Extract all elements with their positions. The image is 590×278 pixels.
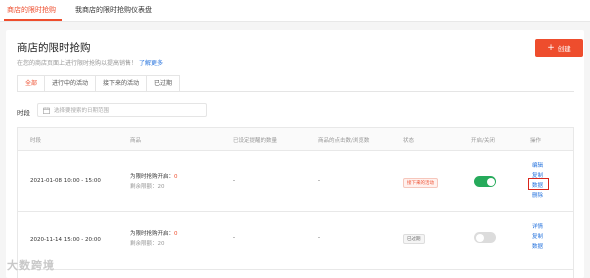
period-filter-label: 时段: [17, 109, 30, 117]
create-button[interactable]: + 创建: [535, 39, 583, 57]
remaining-count: 20: [157, 241, 165, 247]
status-badge: 接下来的活动: [403, 178, 438, 188]
details-link[interactable]: 详情: [532, 222, 543, 230]
plus-icon: +: [547, 42, 555, 53]
edit-link[interactable]: 编辑: [532, 161, 543, 169]
calendar-icon: [43, 106, 50, 114]
enable-toggle[interactable]: [474, 232, 496, 243]
column-clicks: 商品的点击数/浏览数: [318, 138, 370, 144]
tab-upcoming[interactable]: 接下来的活动: [95, 75, 148, 92]
flash-sale-table: 时段 商品 已设定提醒的数量 商品的点击数/浏览数 状态 开启/关闭 操作 20…: [17, 127, 574, 278]
tabs-divider: [17, 91, 574, 92]
column-actions: 操作: [530, 138, 542, 144]
column-period: 时段: [30, 138, 42, 144]
row-period: 2021-01-08 10:00 - 15:00: [30, 178, 101, 184]
copy-link[interactable]: 复制: [532, 232, 543, 240]
enable-toggle[interactable]: [474, 176, 496, 187]
row-period: 2020-11-14 15:00 - 20:00: [30, 237, 101, 243]
create-button-label: 创建: [557, 45, 571, 53]
tab-ongoing[interactable]: 进行中的活动: [44, 75, 97, 92]
period-input-placeholder: 选择要搜索的日期范围: [54, 108, 110, 114]
table-row: 2021-01-08 10:00 - 15:00 为限时抢购开启：0 剩余限额：…: [18, 151, 573, 212]
watermark: 大数跨境: [7, 259, 55, 272]
table-row: 2020-11-14 15:00 - 20:00 为限时抢购开启：0 剩余限额：…: [18, 212, 573, 270]
remaining-label: 剩余限额：: [130, 184, 158, 190]
status-tabs: 全部 进行中的活动 接下来的活动 已过期: [17, 75, 181, 92]
remaining-label: 剩余限额：: [130, 241, 158, 247]
flash-sale-card: 商店的限时抢购 在您的商店页面上进行限时抢购以提高销售！ 了解更多 + 创建 全…: [6, 30, 584, 278]
page-description: 在您的商店页面上进行限时抢购以提高销售！ 了解更多: [17, 58, 163, 67]
row-clicks: -: [318, 235, 320, 241]
tab-expired[interactable]: 已过期: [146, 75, 181, 92]
column-reminders: 已设定提醒的数量: [233, 138, 278, 144]
delete-link[interactable]: 删除: [532, 191, 543, 199]
column-product: 商品: [130, 138, 142, 144]
page-title: 商店的限时抢购: [17, 42, 91, 54]
toggle-knob: [486, 177, 495, 186]
product-enabled-count: 0: [174, 174, 178, 180]
row-product-enabled: 为限时抢购开启：0: [130, 172, 178, 180]
column-enabled: 开启/关闭: [471, 138, 495, 144]
product-enabled-label: 为限时抢购开启：: [130, 231, 175, 237]
remaining-count: 20: [157, 184, 165, 190]
status-badge: 已过期: [403, 234, 425, 244]
row-remaining: 剩余限额：20: [130, 182, 165, 190]
table-header: 时段 商品 已设定提醒的数量 商品的点击数/浏览数 状态 开启/关闭 操作: [18, 128, 573, 151]
highlight-annotation: [528, 178, 549, 190]
row-reminders: -: [233, 178, 235, 184]
product-enabled-label: 为限时抢购开启：: [130, 174, 175, 180]
row-reminders: -: [233, 235, 235, 241]
top-tab-flash-sale[interactable]: 商店的限时抢购: [7, 5, 56, 15]
top-tabs: 商店的限时抢购 我商店的限时抢购仪表盘: [0, 0, 590, 22]
row-product-enabled: 为限时抢购开启：0: [130, 229, 178, 237]
learn-more-link[interactable]: 了解更多: [139, 60, 163, 67]
description-text: 在您的商店页面上进行限时抢购以提高销售！: [17, 60, 138, 67]
product-enabled-count: 0: [174, 231, 178, 237]
period-date-range-input[interactable]: 选择要搜索的日期范围: [37, 103, 207, 117]
data-link[interactable]: 数据: [532, 242, 543, 250]
column-status: 状态: [403, 138, 415, 144]
toggle-knob: [475, 233, 484, 242]
row-clicks: -: [318, 178, 320, 184]
active-tab-underline: [4, 19, 62, 21]
row-remaining: 剩余限额：20: [130, 239, 165, 247]
tab-all[interactable]: 全部: [17, 75, 46, 92]
top-tab-dashboard[interactable]: 我商店的限时抢购仪表盘: [75, 5, 152, 15]
